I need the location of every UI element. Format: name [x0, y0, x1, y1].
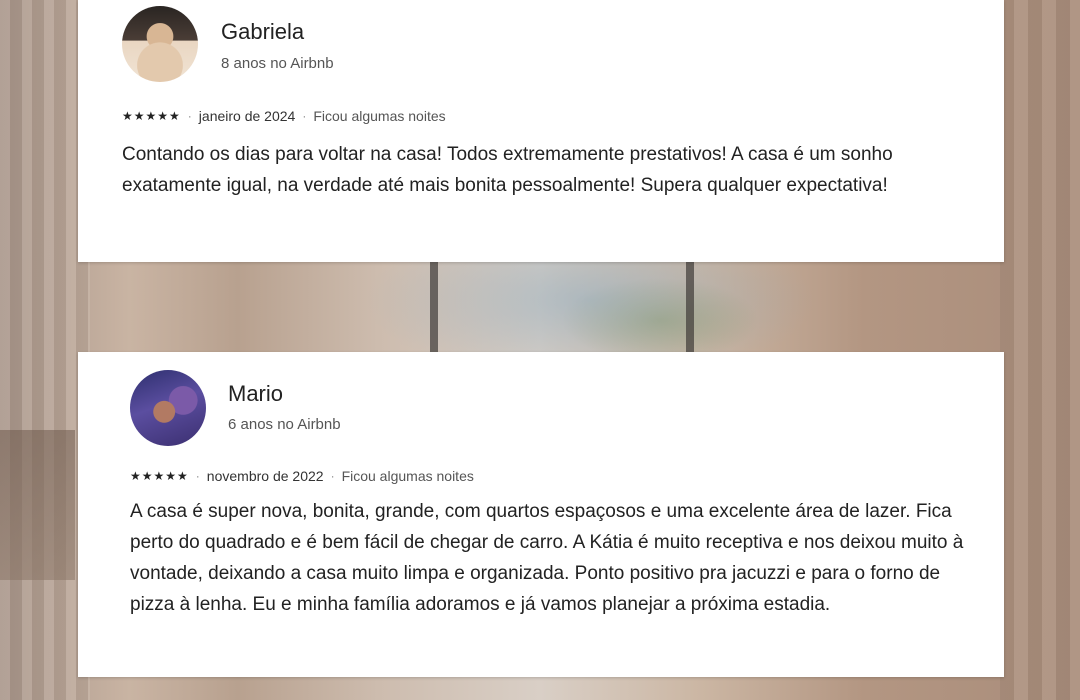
background-curtain-right	[1000, 0, 1080, 700]
review-date: janeiro de 2024	[198, 108, 296, 124]
rating-stars-icon: ★★★★★	[122, 109, 181, 123]
review-text: A casa é super nova, bonita, grande, com…	[130, 501, 964, 615]
review-meta: ★★★★★ · janeiro de 2024 · Ficou algumas …	[122, 108, 446, 124]
review-text: Contando os dias para voltar na casa! To…	[122, 144, 893, 196]
user-avatar[interactable]	[122, 6, 198, 82]
rating-stars-icon: ★★★★★	[130, 469, 189, 483]
reviewer-tenure: 6 anos no Airbnb	[228, 416, 341, 433]
background-window-bar	[686, 262, 694, 352]
separator-dot: ·	[187, 109, 192, 123]
user-avatar[interactable]	[130, 370, 206, 446]
background-frame	[0, 430, 75, 580]
background-curtain-left	[0, 0, 90, 700]
reviewer-name[interactable]: Mario	[228, 381, 283, 407]
reviewer-name[interactable]: Gabriela	[221, 19, 304, 45]
stay-info: Ficou algumas noites	[313, 108, 446, 124]
reviewer-tenure: 8 anos no Airbnb	[221, 55, 334, 72]
review-card: Mario 6 anos no Airbnb ★★★★★ · novembro …	[78, 352, 1004, 677]
background-window-bar	[430, 262, 438, 352]
review-meta: ★★★★★ · novembro de 2022 · Ficou algumas…	[130, 468, 474, 484]
separator-dot: ·	[195, 469, 200, 483]
stay-info: Ficou algumas noites	[341, 468, 474, 484]
review-date: novembro de 2022	[206, 468, 324, 484]
separator-dot: ·	[330, 469, 335, 483]
separator-dot: ·	[302, 109, 307, 123]
review-card: Gabriela 8 anos no Airbnb ★★★★★ · janeir…	[78, 0, 1004, 262]
